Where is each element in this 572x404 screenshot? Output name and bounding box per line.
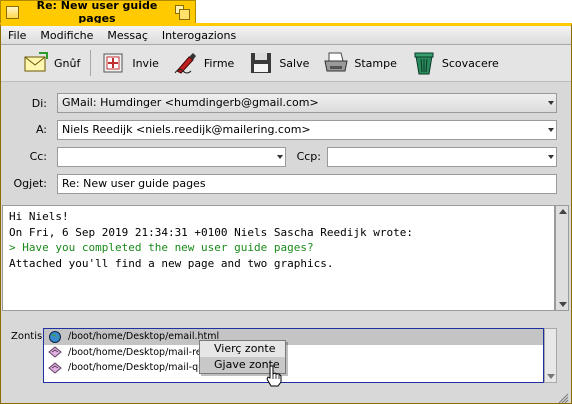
- send-label: Invie: [132, 56, 159, 70]
- menu-edit[interactable]: Modifiche: [33, 29, 100, 42]
- from-menu[interactable]: GMail: Humdinger <humdingerb@gmail.com>: [57, 93, 557, 113]
- zoom-icon[interactable]: [175, 4, 190, 20]
- toolbar-divider: [90, 50, 92, 76]
- resize-grip-icon[interactable]: [557, 392, 569, 404]
- globe-icon: [49, 330, 61, 343]
- signature-label: Firme: [203, 56, 235, 70]
- to-field[interactable]: Niels Reedijk <niels.reedijk@mailering.c…: [57, 120, 557, 140]
- save-label: Salve: [279, 56, 310, 70]
- to-label: A:: [35, 123, 47, 136]
- attachment-path: /boot/home/Desktop/email.html: [68, 331, 220, 343]
- toolbar: Gnûf Invie Firme Salve Stampe Scovacere: [1, 45, 571, 82]
- menu-item-open-attachment[interactable]: Vierç zonte: [200, 341, 285, 357]
- header-fields: Di: GMail: Humdinger <humdingerb@gmail.c…: [1, 83, 571, 203]
- cc-label: Cc:: [29, 150, 47, 163]
- reply-label: Gnûf: [54, 56, 81, 70]
- attachments-list[interactable]: /boot/home/Desktop/email.html /boot/home…: [43, 328, 544, 383]
- bcc-label: Ccp:: [296, 150, 321, 163]
- body-line: Attached you'll find a new page and two …: [9, 256, 334, 270]
- attachment-path: /boot/home/Desktop/mail-read_: [68, 346, 219, 358]
- print-button[interactable]: Stampe: [319, 48, 401, 78]
- attachment-item[interactable]: /boot/home/Desktop/mail-query_: [44, 360, 543, 376]
- attachment-item[interactable]: /boot/home/Desktop/mail-read_: [44, 345, 543, 361]
- trash-icon: [414, 52, 434, 75]
- message-body[interactable]: Hi Niels! On Fri, 6 Sep 2019 21:34:31 +01…: [2, 205, 555, 311]
- trash-button[interactable]: Scovacere: [407, 48, 503, 78]
- subject-label: Ogjet:: [13, 177, 47, 190]
- image-file-icon: [48, 362, 62, 374]
- mail-window: File Modifiche Messaç Interogazions Gnûf…: [0, 23, 572, 404]
- menu-message[interactable]: Messaç: [100, 29, 155, 42]
- send-button[interactable]: Invie: [97, 48, 163, 78]
- attachment-item[interactable]: /boot/home/Desktop/email.html: [44, 329, 543, 345]
- chevron-down-icon[interactable]: [548, 155, 554, 159]
- window-title: Re: New user guide pages: [36, 0, 158, 25]
- window-tab[interactable]: Re: New user guide pages: [0, 0, 196, 25]
- floppy-icon: [251, 53, 272, 73]
- scroll-down-icon[interactable]: [547, 374, 555, 379]
- bcc-field[interactable]: [327, 147, 557, 167]
- printer-icon: [324, 52, 348, 72]
- to-value: Niels Reedijk <niels.reedijk@mailering.c…: [62, 123, 311, 136]
- signature-icon: [174, 53, 196, 74]
- chevron-down-icon[interactable]: [277, 155, 283, 159]
- image-file-icon: [48, 346, 62, 358]
- trash-label: Scovacere: [441, 56, 499, 70]
- subject-value: Re: New user guide pages: [62, 177, 206, 190]
- body-line: Hi Niels!: [9, 210, 69, 223]
- menu-file[interactable]: File: [1, 29, 33, 42]
- reply-button[interactable]: Gnûf: [19, 48, 84, 78]
- scroll-up-icon[interactable]: [559, 209, 567, 214]
- from-value: GMail: Humdinger <humdingerb@gmail.com>: [62, 96, 319, 109]
- chevron-down-icon[interactable]: [548, 128, 554, 132]
- menu-queries[interactable]: Interogazions: [155, 29, 243, 42]
- from-label: Di:: [31, 97, 47, 110]
- scroll-down-icon[interactable]: [559, 302, 567, 307]
- attachments-label: Zontis:: [11, 331, 46, 342]
- close-icon[interactable]: [6, 5, 19, 19]
- attachments-scrollbar[interactable]: [544, 328, 557, 383]
- send-icon: [103, 53, 123, 73]
- new-mail-icon: [24, 52, 48, 72]
- signature-button[interactable]: Firme: [169, 48, 238, 78]
- save-button[interactable]: Salve: [244, 48, 313, 78]
- print-label: Stampe: [354, 56, 397, 70]
- hand-cursor-icon: [266, 365, 282, 387]
- quoted-line: > Have you completed the new user guide …: [9, 241, 314, 254]
- chevron-down-icon: [548, 101, 554, 105]
- body-scrollbar[interactable]: [555, 205, 569, 311]
- cc-field[interactable]: [57, 147, 286, 167]
- body-line: On Fri, 6 Sep 2019 21:34:31 +0100 Niels …: [9, 225, 413, 239]
- subject-field[interactable]: Re: New user guide pages: [57, 174, 557, 194]
- menu-bar: File Modifiche Messaç Interogazions: [1, 26, 571, 45]
